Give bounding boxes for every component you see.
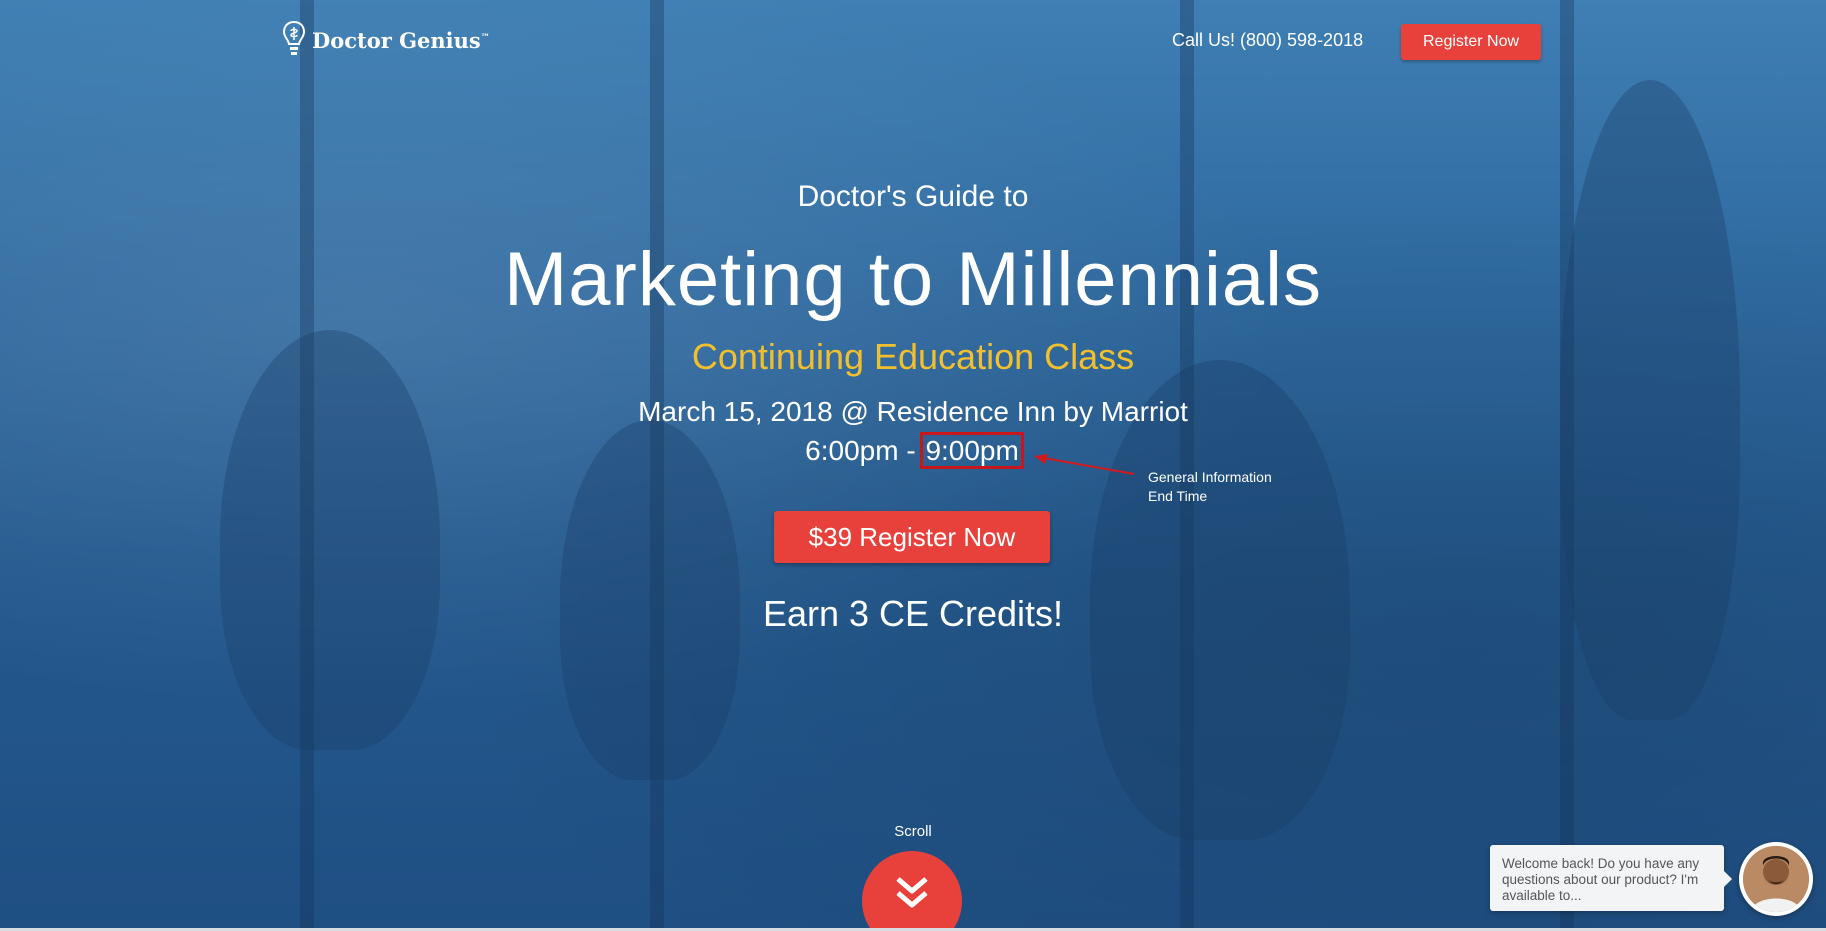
brand-name: Doctor Genius™ [312,27,490,53]
scroll-label: Scroll [894,823,932,840]
chat-welcome-bubble[interactable]: Welcome back! Do you have any questions … [1490,845,1732,911]
chevron-double-down-icon [896,877,928,908]
annotation-arrow-icon [1034,454,1135,475]
agent-photo-icon [1743,846,1809,912]
annotation-line-1: General Information [1148,469,1272,485]
event-end-time: 9:00pm [920,432,1024,469]
event-date-location: March 15, 2018 @ Residence Inn by Marrio… [638,396,1188,427]
ce-credits-text: Earn 3 CE Credits! [762,593,1064,634]
annotation-label: General Information End Time [1148,468,1272,506]
annotation-line-2: End Time [1148,488,1208,504]
event-start-time: 6:00pm - [805,435,916,466]
site-header: Doctor Genius™ Call Us! (800) 598-2018 R… [0,0,1826,84]
brand-logo[interactable]: Doctor Genius™ [282,20,490,60]
hero-register-button[interactable]: $39 Register Now [774,511,1050,563]
hero-title: Marketing to Millennials [503,237,1323,322]
call-us-phone[interactable]: Call Us! (800) 598-2018 [1172,30,1363,51]
event-time: 6:00pm - 9:00pm [0,432,1826,469]
header-register-button[interactable]: Register Now [1401,24,1541,60]
lightbulb-logo-icon [282,20,306,55]
chat-agent-avatar[interactable] [1739,842,1813,916]
hero-subtitle: Continuing Education Class [691,336,1135,377]
hero-pretitle: Doctor's Guide to [797,180,1029,213]
